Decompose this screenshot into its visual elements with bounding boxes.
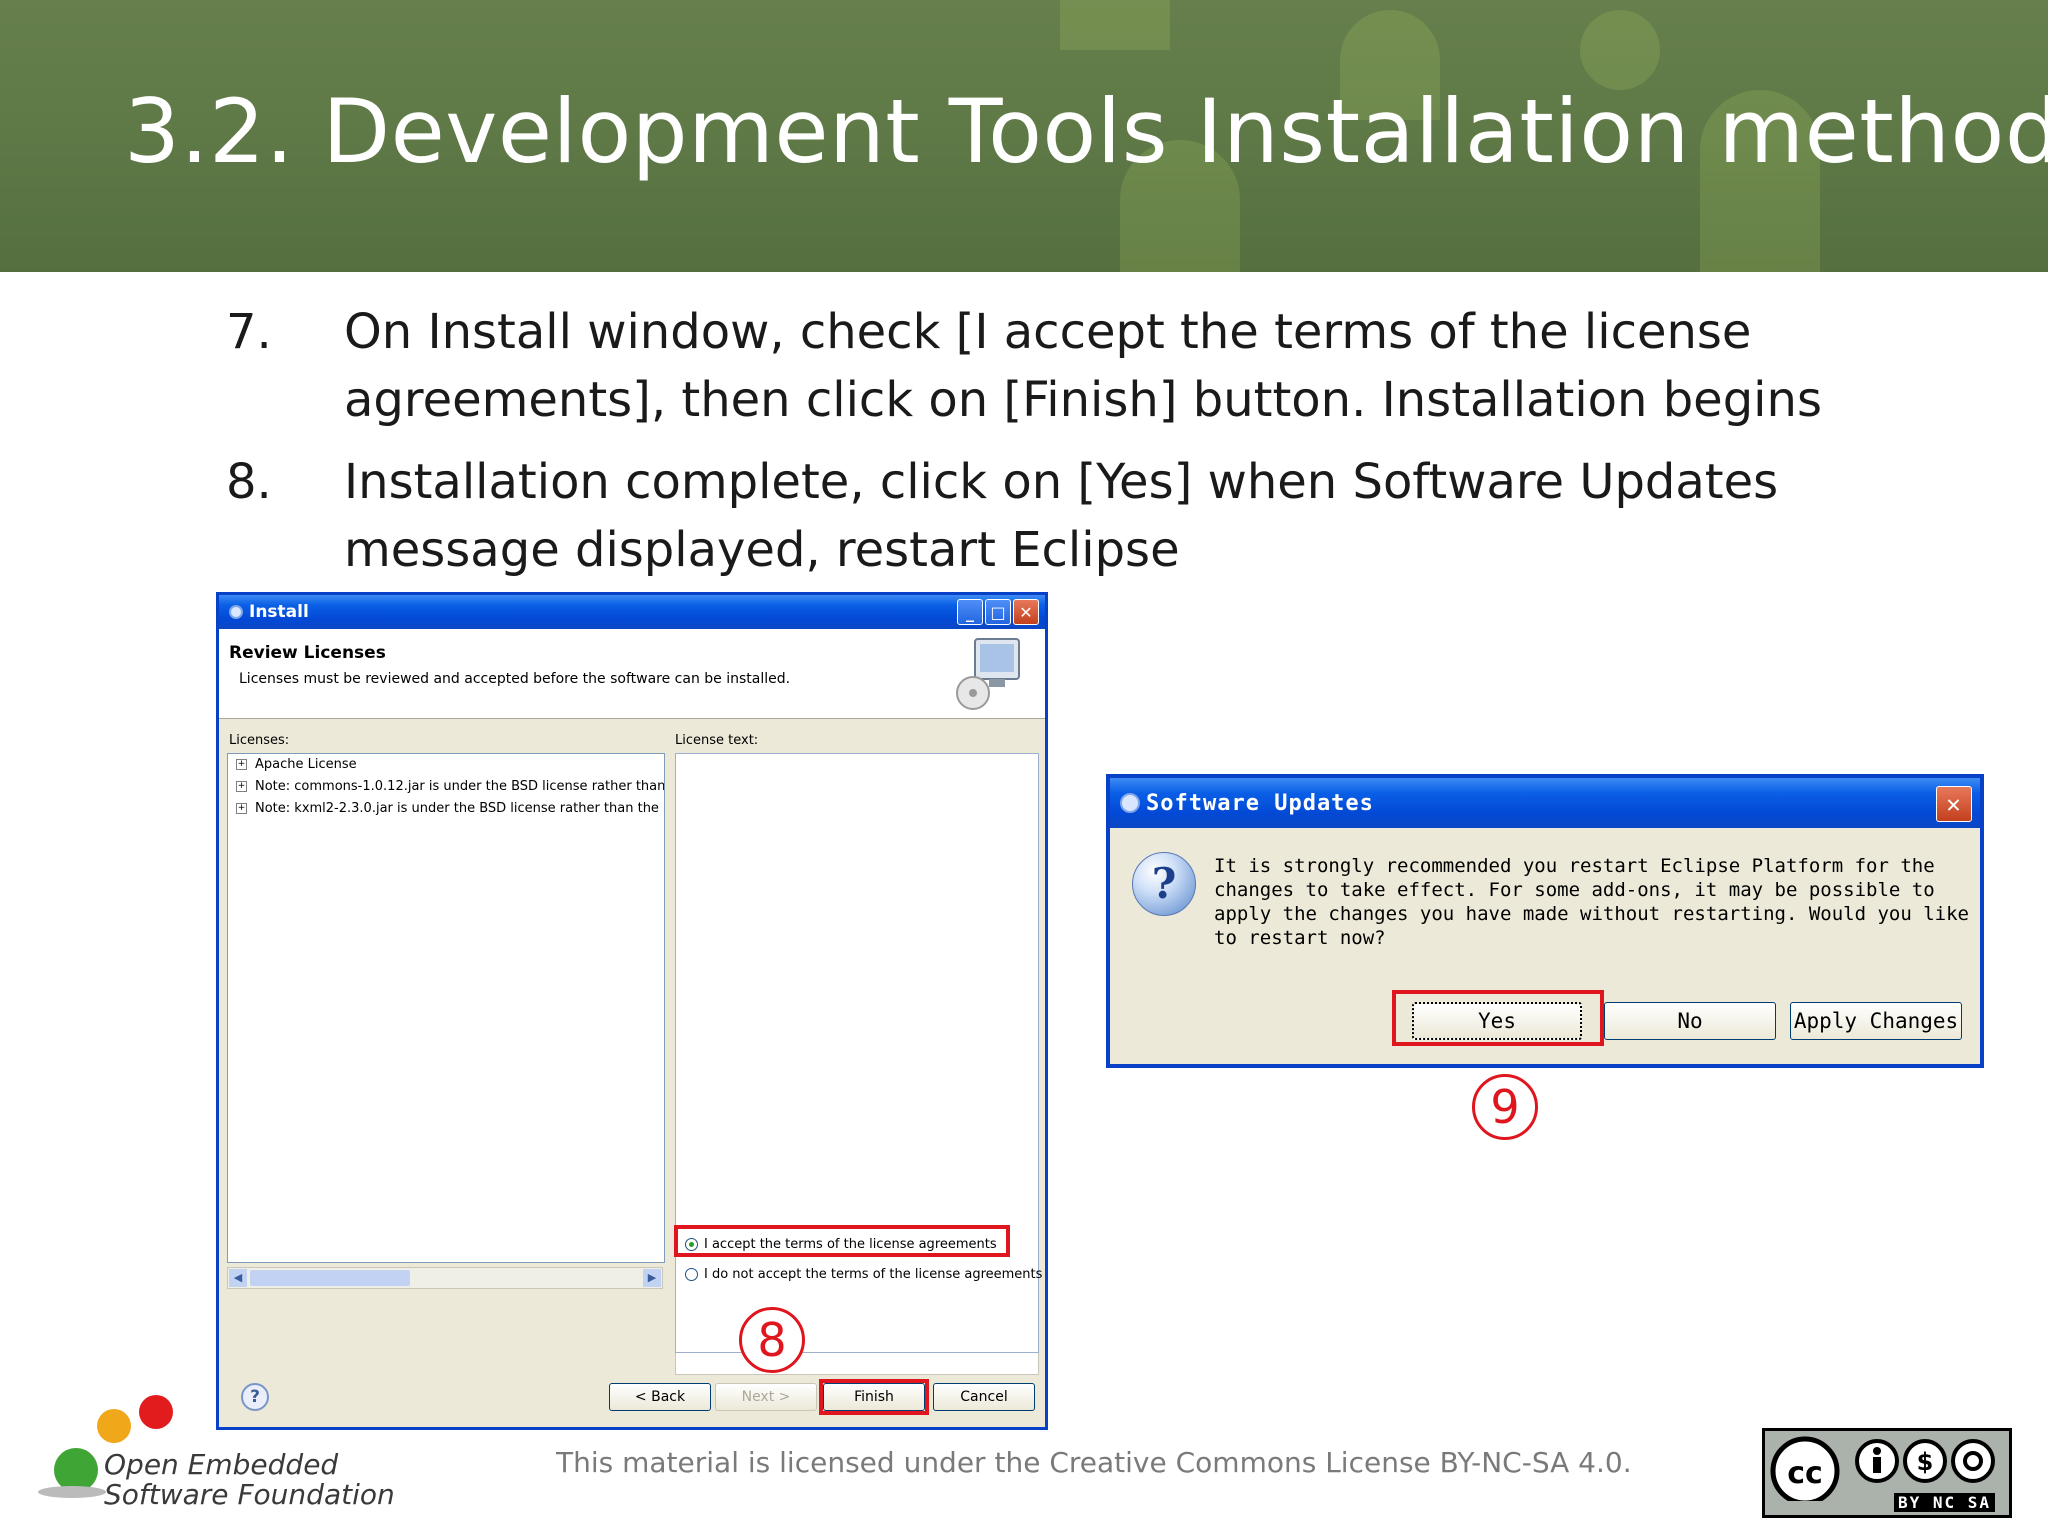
horizontal-scrollbar[interactable]: ◀ ▶ [227, 1267, 663, 1289]
expand-icon[interactable]: + [236, 803, 247, 814]
page-heading: Review Licenses [229, 643, 386, 663]
decline-radio[interactable]: I do not accept the terms of the license… [685, 1267, 1042, 1282]
install-window: Install _ □ ✕ Review Licenses Licenses m… [216, 592, 1048, 1430]
licenses-label: Licenses: [229, 733, 290, 748]
cancel-button[interactable]: Cancel [933, 1383, 1035, 1411]
page-subheading: Licenses must be reviewed and accepted b… [239, 671, 791, 687]
next-button[interactable]: Next > [715, 1383, 817, 1411]
scroll-thumb[interactable] [250, 1270, 410, 1286]
slide-title: 3.2. Development Tools Installation meth… [124, 80, 2048, 183]
eclipse-icon [1120, 793, 1140, 813]
software-updates-dialog: Software Updates ✕ ? It is strongly reco… [1106, 774, 1984, 1068]
install-banner: Review Licenses Licenses must be reviewe… [219, 629, 1045, 719]
cc-terms: BY NC SA [1893, 1493, 1995, 1512]
back-button[interactable]: < Back [609, 1383, 711, 1411]
apply-changes-button[interactable]: Apply Changes [1790, 1002, 1962, 1040]
expand-icon[interactable]: + [236, 781, 247, 792]
cc-license-badge: cc $ BY NC SA [1762, 1428, 2012, 1518]
accept-highlight-box [674, 1225, 1010, 1257]
tree-row[interactable]: + Note: commons-1.0.12.jar is under the B… [228, 776, 664, 798]
step-number: 7. [226, 304, 272, 360]
instruction-list: 7. On Install window, check [I accept th… [226, 298, 2006, 598]
minimize-button[interactable]: _ [957, 599, 983, 625]
step-text: On Install window, check [I accept the t… [344, 304, 1822, 428]
scroll-left-icon[interactable]: ◀ [229, 1269, 247, 1287]
step-text: Installation complete, click on [Yes] wh… [344, 454, 1779, 578]
oesf-logo: Open Embedded Software Foundation [36, 1388, 396, 1528]
scroll-right-icon[interactable]: ▶ [643, 1269, 661, 1287]
finish-highlight-box [819, 1379, 929, 1415]
svg-text:$: $ [1917, 1448, 1934, 1476]
license-text-box[interactable] [675, 753, 1039, 1353]
dialog-title: Software Updates [1146, 790, 1374, 816]
tree-row[interactable]: + Apache License [228, 754, 664, 776]
no-button[interactable]: No [1604, 1002, 1776, 1040]
close-button[interactable]: ✕ [1936, 786, 1972, 822]
licenses-tree[interactable]: + Apache License + Note: commons-1.0.12.ja… [227, 753, 665, 1263]
step-number: 8. [226, 454, 272, 510]
install-computer-icon [956, 638, 1020, 710]
list-item: 8. Installation complete, click on [Yes]… [226, 448, 2006, 584]
cc-icons: cc $ [1770, 1436, 1995, 1501]
install-titlebar[interactable]: Install _ □ ✕ [219, 595, 1045, 629]
svg-text:cc: cc [1787, 1456, 1823, 1491]
list-item: 7. On Install window, check [I accept th… [226, 298, 2006, 434]
maximize-button[interactable]: □ [985, 599, 1011, 625]
radio-unselected-icon[interactable] [685, 1268, 698, 1281]
license-text-label: License text: [675, 733, 759, 748]
callout-9: 9 [1472, 1074, 1538, 1140]
dialog-titlebar[interactable]: Software Updates ✕ [1110, 778, 1980, 828]
question-icon: ? [1132, 852, 1196, 916]
dialog-message: It is strongly recommended you restart E… [1214, 855, 1969, 949]
slide-header: 3.2. Development Tools Installation meth… [0, 0, 2048, 272]
logo-text: Open Embedded Software Foundation [104, 1448, 395, 1511]
yes-highlight-box [1392, 990, 1604, 1046]
close-button[interactable]: ✕ [1013, 599, 1039, 625]
license-footer: This material is licensed under the Crea… [556, 1446, 1632, 1479]
tree-row[interactable]: + Note: kxml2-2.3.0.jar is under the BSD … [228, 798, 664, 820]
eclipse-icon [229, 605, 243, 619]
callout-8: 8 [739, 1307, 805, 1373]
window-title: Install [249, 602, 309, 622]
expand-icon[interactable]: + [236, 759, 247, 770]
